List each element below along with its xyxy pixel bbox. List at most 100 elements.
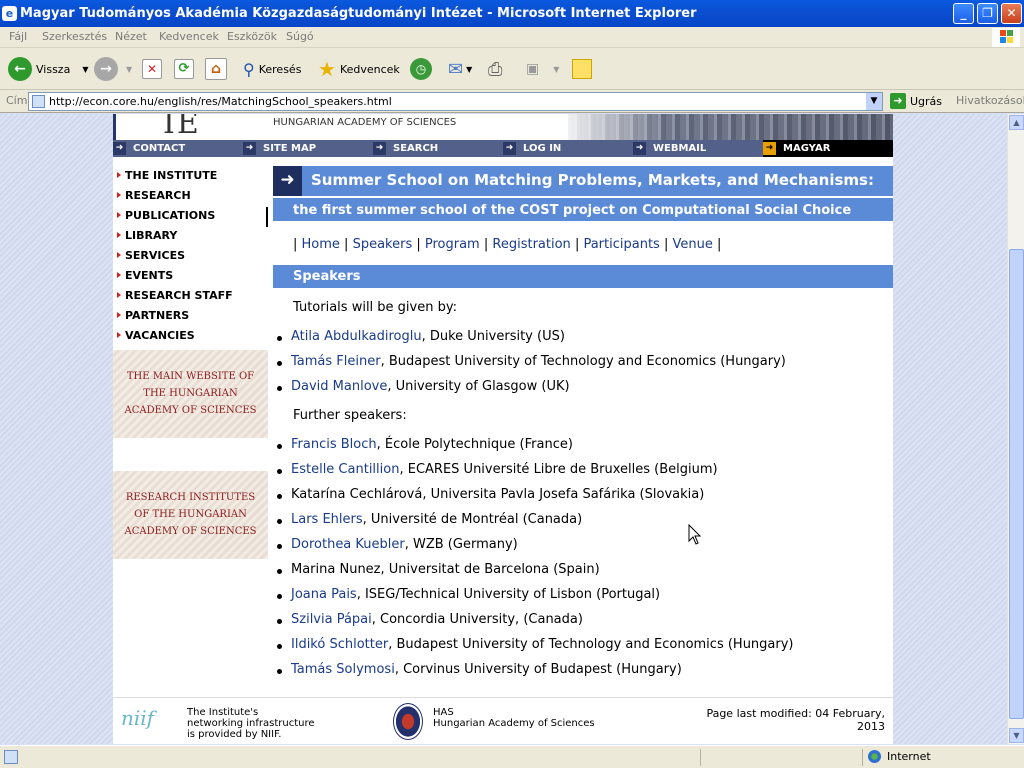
page-subtitle: the first summer school of the COST proj…	[273, 196, 893, 221]
sidebar-item-institute[interactable]: THE INSTITUTE	[117, 169, 217, 182]
messenger-button[interactable]	[572, 56, 592, 82]
page-footer: niif The Institute's networking infrastr…	[113, 697, 893, 744]
sidebar-item-services[interactable]: SERVICES	[117, 249, 185, 262]
nav-log-in[interactable]: ➜ LOG IN	[503, 140, 633, 157]
speaker-link[interactable]: Ildikó Schlotter	[291, 637, 388, 652]
link-registration[interactable]: Registration	[492, 237, 570, 252]
menu-favorites[interactable]: Kedvencek	[159, 30, 219, 43]
list-item: Ildikó Schlotter, Budapest University of…	[273, 637, 794, 652]
home-icon: ⌂	[205, 58, 227, 80]
nav-magyar[interactable]: ➜ MAGYAR	[763, 140, 893, 157]
search-button[interactable]: ⚲ Keresés	[243, 56, 301, 82]
edit-button[interactable]: ▣ ▼	[526, 56, 559, 82]
menu-bar: Fájl Szerkesztés Nézet Kedvencek Eszközö…	[0, 27, 1024, 48]
stop-button[interactable]: ✕	[142, 56, 162, 82]
vertical-scrollbar[interactable]: ▲ ▼	[1007, 114, 1024, 744]
speaker-link[interactable]: Tamás Solymosi	[291, 662, 395, 677]
forward-dropdown-icon[interactable]: ▼	[126, 65, 132, 74]
arrow-icon: ➜	[503, 142, 516, 155]
home-button[interactable]: ⌂	[205, 56, 227, 82]
sidebar-item-vacancies[interactable]: VACANCIES	[117, 329, 195, 342]
minimize-button[interactable]: _	[953, 3, 974, 24]
nav-webmail[interactable]: ➜ WEBMAIL	[633, 140, 763, 157]
has-text: HAS Hungarian Academy of Sciences	[433, 707, 595, 729]
mouse-cursor-icon	[688, 524, 702, 545]
menu-edit[interactable]: Szerkesztés	[42, 30, 107, 43]
speaker-link[interactable]: Tamás Fleiner	[291, 354, 381, 369]
top-navigation: ➜ CONTACT ➜ SITE MAP ➜ SEARCH ➜ LOG IN ➜ WEBM…	[113, 140, 893, 157]
sidebar-divider	[266, 207, 268, 227]
mail-button[interactable]: ✉ ▼	[448, 56, 472, 82]
tutorials-intro: Tutorials will be given by:	[293, 300, 457, 315]
print-button[interactable]: ⎙	[488, 56, 502, 82]
speaker-link[interactable]: Atila Abdulkadiroglu	[291, 329, 422, 344]
sidebar-item-publications[interactable]: PUBLICATIONS	[117, 209, 215, 222]
list-item: Dorothea Kuebler, WZB (Germany)	[273, 537, 518, 552]
refresh-button[interactable]: ⟳	[174, 56, 194, 82]
menu-help[interactable]: Súgó	[286, 30, 314, 43]
go-button[interactable]: ➜ Ugrás	[890, 93, 942, 109]
site-banner: IE HUNGARIAN ACADEMY OF SCIENCES	[113, 114, 893, 141]
arrow-icon: ➜	[373, 142, 386, 155]
security-zone: Internet	[868, 750, 931, 763]
speaker-link[interactable]: Joana Pais	[291, 587, 357, 602]
favorites-button[interactable]: ★ Kedvencek	[318, 56, 400, 82]
link-program[interactable]: Program	[425, 237, 480, 252]
nav-site-map[interactable]: ➜ SITE MAP	[243, 140, 373, 157]
has-seal-logo[interactable]	[393, 703, 423, 740]
back-button[interactable]: ← Vissza ▼	[8, 56, 88, 82]
speaker-link[interactable]: David Manlove	[291, 379, 387, 394]
niif-text: The Institute's networking infrastructur…	[187, 707, 315, 740]
speaker-link[interactable]: Dorothea Kuebler	[291, 537, 405, 552]
status-divider	[862, 749, 863, 766]
link-home[interactable]: Home	[302, 237, 340, 252]
link-participants[interactable]: Participants	[583, 237, 659, 252]
maximize-button[interactable]: ❐	[977, 3, 998, 24]
site-logo[interactable]: IE	[163, 114, 201, 141]
niif-logo[interactable]: niif	[121, 706, 177, 738]
speaker-link[interactable]: Francis Bloch	[291, 437, 377, 452]
sidebar-item-research[interactable]: RESEARCH	[117, 189, 191, 202]
edit-dropdown-icon[interactable]: ▼	[553, 65, 559, 74]
refresh-icon: ⟳	[174, 59, 194, 79]
forward-button[interactable]: → ▼	[94, 56, 132, 82]
menu-view[interactable]: Nézet	[115, 30, 147, 43]
link-venue[interactable]: Venue	[672, 237, 712, 252]
menu-tools[interactable]: Eszközök	[227, 30, 277, 43]
forward-arrow-icon: →	[94, 57, 118, 81]
back-dropdown-icon[interactable]: ▼	[82, 65, 88, 74]
browser-viewport: IE HUNGARIAN ACADEMY OF SCIENCES ➜ CONTAC…	[0, 114, 1007, 744]
link-speakers[interactable]: Speakers	[353, 237, 413, 252]
research-institutes-banner[interactable]: RESEARCH INSTITUTES OF THE HUNGARIAN ACA…	[113, 471, 268, 559]
address-dropdown-icon[interactable]: ▼	[866, 93, 882, 110]
nav-search[interactable]: ➜ SEARCH	[373, 140, 503, 157]
links-toolbar[interactable]: Hivatkozások	[956, 94, 1024, 107]
arrow-icon: ➜	[633, 142, 646, 155]
go-arrow-icon: ➜	[890, 93, 906, 109]
main-website-banner[interactable]: THE MAIN WEBSITE OF THE HUNGARIAN ACADEM…	[113, 350, 268, 438]
arrow-icon: ➜	[763, 142, 776, 155]
scroll-up-icon[interactable]: ▲	[1009, 115, 1024, 130]
further-intro: Further speakers:	[293, 408, 407, 423]
sidebar-item-partners[interactable]: PARTNERS	[117, 309, 189, 322]
mail-icon: ✉	[448, 58, 464, 80]
list-item: Estelle Cantillion, ECARES Université Li…	[273, 462, 718, 477]
windows-logo-icon	[992, 28, 1020, 47]
web-page: IE HUNGARIAN ACADEMY OF SCIENCES ➜ CONTAC…	[113, 114, 893, 744]
nav-contact[interactable]: ➜ CONTACT	[113, 140, 243, 157]
scroll-down-icon[interactable]: ▼	[1009, 728, 1024, 743]
sidebar-item-library[interactable]: LIBRARY	[117, 229, 177, 242]
sidebar-item-research-staff[interactable]: RESEARCH STAFF	[117, 289, 233, 302]
speaker-link[interactable]: Estelle Cantillion	[291, 462, 399, 477]
speaker-link[interactable]: Szilvia Pápai	[291, 612, 372, 627]
status-bar: Internet	[0, 745, 1024, 768]
sidebar-item-events[interactable]: EVENTS	[117, 269, 173, 282]
close-button[interactable]: ✕	[1001, 3, 1022, 24]
speaker-link[interactable]: Lars Ehlers	[291, 512, 363, 527]
scroll-thumb[interactable]	[1009, 249, 1024, 719]
history-button[interactable]: ◷	[410, 56, 432, 82]
address-input[interactable]: http://econ.core.hu/english/res/Matching…	[28, 92, 883, 111]
mail-dropdown-icon[interactable]: ▼	[466, 65, 472, 74]
academy-name: HUNGARIAN ACADEMY OF SCIENCES	[273, 117, 457, 128]
menu-file[interactable]: Fájl	[9, 30, 27, 43]
